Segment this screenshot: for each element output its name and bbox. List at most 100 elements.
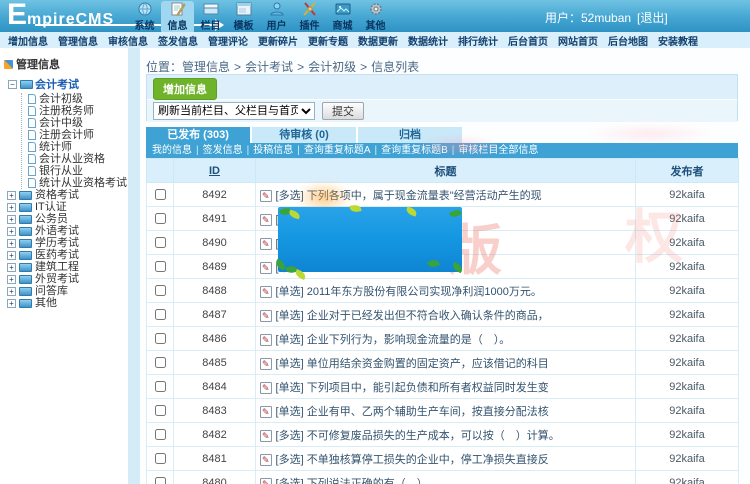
row-title-link[interactable]: [多选] 不单独核算停工损失的企业中，停工净损失直接反 bbox=[276, 454, 549, 466]
breadcrumb-item[interactable]: 信息列表 bbox=[371, 60, 419, 74]
row-title-link[interactable]: [多选] 下列说法正确的有（ ）。 bbox=[276, 478, 434, 484]
tree-leaf-item[interactable]: 统计师 bbox=[22, 141, 128, 153]
expand-box-icon[interactable]: + bbox=[7, 239, 16, 248]
menubar-item[interactable]: 签发信息 bbox=[158, 33, 198, 48]
tree-leaf-item[interactable]: 银行从业 bbox=[22, 165, 128, 177]
row-checkbox[interactable] bbox=[155, 237, 166, 248]
tree-folder-item[interactable]: +医药考试 bbox=[7, 249, 128, 261]
row-title-link[interactable]: [单选] 企业有甲、乙两个辅助生产车间，按直接分配法核 bbox=[276, 406, 549, 418]
expand-box-icon[interactable]: + bbox=[7, 251, 16, 260]
row-title-link[interactable]: [多选] 不可修复废品损失的生产成本，可以按（ ）计算。 bbox=[276, 430, 560, 442]
row-checkbox[interactable] bbox=[155, 309, 166, 320]
tree-folder-item[interactable]: +外贸考试 bbox=[7, 273, 128, 285]
tree-folder-item[interactable]: +学历考试 bbox=[7, 237, 128, 249]
row-checkbox[interactable] bbox=[155, 285, 166, 296]
subnav-link[interactable]: 投稿信息 bbox=[253, 145, 293, 156]
edit-pencil-icon[interactable]: ✎ bbox=[260, 214, 272, 226]
nav-tab-4[interactable]: 模板 bbox=[227, 1, 260, 34]
tree-leaf-item[interactable]: 注册税务师 bbox=[22, 105, 128, 117]
row-checkbox[interactable] bbox=[155, 213, 166, 224]
edit-pencil-icon[interactable]: ✎ bbox=[260, 310, 272, 322]
tree-leaf-item[interactable]: 会计初级 bbox=[22, 93, 128, 105]
breadcrumb-item[interactable]: 管理信息 bbox=[182, 60, 230, 74]
tree-leaf-item[interactable]: 会计中级 bbox=[22, 117, 128, 129]
row-title-link[interactable]: [单选] 下列项目中，能引起负债和所有者权益同时发生变 bbox=[276, 382, 549, 394]
nav-tab-7[interactable]: 商城 bbox=[326, 1, 359, 34]
breadcrumb-item[interactable]: 会计考试 bbox=[245, 60, 293, 74]
breadcrumb-item[interactable]: 会计初级 bbox=[308, 60, 356, 74]
row-checkbox[interactable] bbox=[155, 405, 166, 416]
tree-leaf-item[interactable]: 注册会计师 bbox=[22, 129, 128, 141]
row-checkbox[interactable] bbox=[155, 453, 166, 464]
tree-folder-item[interactable]: +资格考试 bbox=[7, 189, 128, 201]
collapse-box-icon[interactable]: − bbox=[8, 80, 17, 89]
nav-tab-8[interactable]: 其他 bbox=[359, 1, 392, 34]
menubar-item[interactable]: 后台首页 bbox=[508, 33, 548, 48]
row-checkbox[interactable] bbox=[155, 381, 166, 392]
subnav-link[interactable]: 我的信息 bbox=[152, 145, 192, 156]
expand-box-icon[interactable]: + bbox=[7, 215, 16, 224]
expand-box-icon[interactable]: + bbox=[7, 263, 16, 272]
row-checkbox[interactable] bbox=[155, 189, 166, 200]
menubar-item[interactable]: 管理信息 bbox=[58, 33, 98, 48]
expand-box-icon[interactable]: + bbox=[7, 227, 16, 236]
edit-pencil-icon[interactable]: ✎ bbox=[260, 382, 272, 394]
subnav-link[interactable]: 查询重复标题B bbox=[381, 145, 448, 156]
subnav-link[interactable]: 审核栏目全部信息 bbox=[458, 145, 538, 156]
nav-tab-2[interactable]: 信息 bbox=[161, 1, 194, 34]
row-checkbox[interactable] bbox=[155, 477, 166, 484]
edit-pencil-icon[interactable]: ✎ bbox=[260, 286, 272, 298]
edit-pencil-icon[interactable]: ✎ bbox=[260, 454, 272, 466]
edit-pencil-icon[interactable]: ✎ bbox=[260, 190, 272, 202]
edit-pencil-icon[interactable]: ✎ bbox=[260, 262, 272, 274]
expand-box-icon[interactable]: + bbox=[7, 287, 16, 296]
edit-pencil-icon[interactable]: ✎ bbox=[260, 358, 272, 370]
tree-root-accounting-exam[interactable]: − 会计考试 bbox=[0, 74, 128, 93]
menubar-item[interactable]: 后台地图 bbox=[608, 33, 648, 48]
tree-folder-item[interactable]: +其他 bbox=[7, 297, 128, 309]
row-checkbox[interactable] bbox=[155, 261, 166, 272]
expand-box-icon[interactable]: + bbox=[7, 299, 16, 308]
menubar-item[interactable]: 增加信息 bbox=[8, 33, 48, 48]
tab-1[interactable]: 已发布 (303) bbox=[146, 127, 250, 143]
row-checkbox[interactable] bbox=[155, 333, 166, 344]
menubar-item[interactable]: 数据更新 bbox=[358, 33, 398, 48]
tree-folder-item[interactable]: +IT认证 bbox=[7, 201, 128, 213]
row-checkbox[interactable] bbox=[155, 429, 166, 440]
menubar-item[interactable]: 网站首页 bbox=[558, 33, 598, 48]
nav-tab-6[interactable]: 插件 bbox=[293, 1, 326, 34]
menubar-item[interactable]: 管理评论 bbox=[208, 33, 248, 48]
expand-box-icon[interactable]: + bbox=[7, 191, 16, 200]
logout-link[interactable]: [退出] bbox=[637, 11, 668, 25]
tree-leaf-item[interactable]: 会计从业资格 bbox=[22, 153, 128, 165]
id-sort-link[interactable]: ID bbox=[209, 165, 220, 177]
menubar-item[interactable]: 安装教程 bbox=[658, 33, 698, 48]
tree-folder-item[interactable]: +建筑工程 bbox=[7, 261, 128, 273]
tab-2[interactable]: 待审核 (0) bbox=[252, 127, 356, 143]
nav-tab-1[interactable]: 系统 bbox=[128, 1, 161, 34]
row-checkbox[interactable] bbox=[155, 357, 166, 368]
row-title-link[interactable]: [单选] 单位用结余资金购置的固定资产，应该借记的科目 bbox=[276, 358, 549, 370]
add-info-button[interactable]: 增加信息 bbox=[153, 78, 217, 100]
row-title-link[interactable]: [多选] 下列各项中，属于现金流量表"经营活动产生的现 bbox=[276, 190, 542, 202]
menubar-item[interactable]: 更新专题 bbox=[308, 33, 348, 48]
menubar-item[interactable]: 数据统计 bbox=[408, 33, 448, 48]
menubar-item[interactable]: 排行统计 bbox=[458, 33, 498, 48]
menubar-item[interactable]: 审核信息 bbox=[108, 33, 148, 48]
tree-folder-item[interactable]: +外语考试 bbox=[7, 225, 128, 237]
edit-pencil-icon[interactable]: ✎ bbox=[260, 406, 272, 418]
tree-folder-item[interactable]: +公务员 bbox=[7, 213, 128, 225]
edit-pencil-icon[interactable]: ✎ bbox=[260, 238, 272, 250]
tree-leaf-item[interactable]: 统计从业资格考试 bbox=[22, 177, 128, 189]
submit-button[interactable]: 提交 bbox=[322, 102, 364, 120]
row-title-link[interactable]: [单选] 企业对于已经发出但不符合收入确认条件的商品， bbox=[276, 310, 549, 322]
tree-folder-item[interactable]: +问答库 bbox=[7, 285, 128, 297]
menubar-item[interactable]: 更新碎片 bbox=[258, 33, 298, 48]
edit-pencil-icon[interactable]: ✎ bbox=[260, 334, 272, 346]
row-title-link[interactable]: [单选] 企业下列行为，影响现金流量的是（ ）。 bbox=[276, 334, 511, 346]
edit-pencil-icon[interactable]: ✎ bbox=[260, 478, 272, 484]
tab-3[interactable]: 归档 bbox=[358, 127, 462, 143]
nav-tab-3[interactable]: 栏目 bbox=[194, 1, 227, 34]
subnav-link[interactable]: 签发信息 bbox=[203, 145, 243, 156]
refresh-scope-select[interactable]: 刷新当前栏目、父栏目与首页 bbox=[153, 102, 315, 120]
